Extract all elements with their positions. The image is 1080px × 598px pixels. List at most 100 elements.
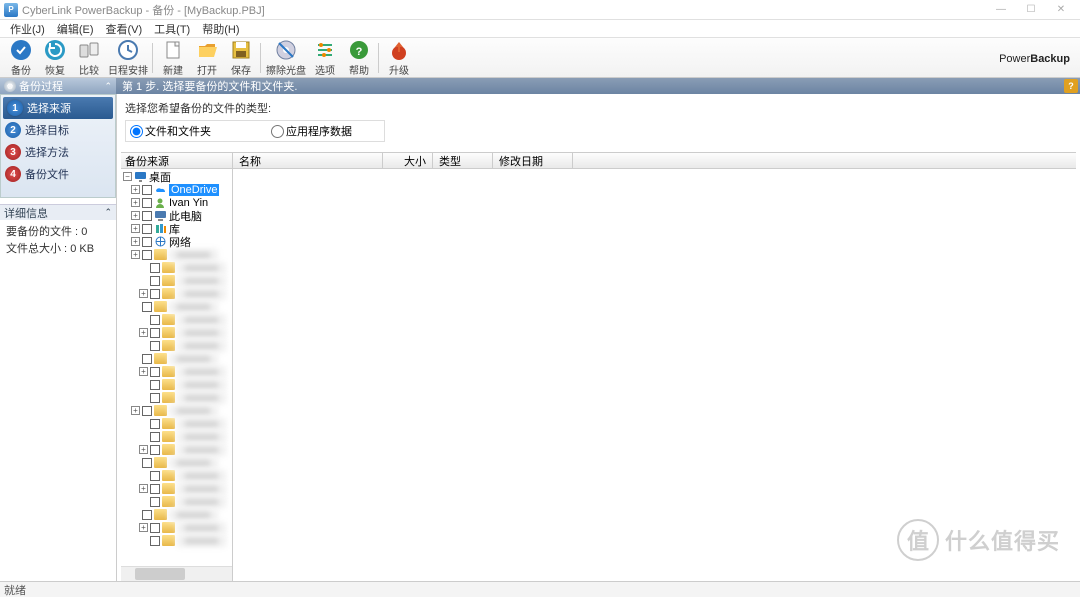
sidebar-detail-header[interactable]: 详细信息 ⌃ <box>0 204 116 220</box>
tree-node-hidden[interactable]: xxxxxx <box>121 495 232 508</box>
list-header: 名称 大小 类型 修改日期 <box>233 153 1076 169</box>
checkbox[interactable] <box>150 263 160 273</box>
tree-node-hidden[interactable]: xxxxxx <box>121 378 232 391</box>
schedule-button[interactable]: 日程安排 <box>106 39 150 77</box>
step-select-method[interactable]: 3选择方法 <box>1 141 115 163</box>
restore-button[interactable]: 恢复 <box>38 39 72 77</box>
close-button[interactable]: ✕ <box>1046 1 1076 19</box>
tree-node-hidden[interactable]: xxxxxx <box>121 456 232 469</box>
sidebar-process-header[interactable]: ⚙ 备份过程 ⌃ <box>0 78 116 94</box>
tree-node-hidden[interactable]: +xxxxxx <box>121 326 232 339</box>
options-button[interactable]: 选项 <box>308 39 342 77</box>
tree-body[interactable]: −桌面+OneDrive+Ivan Yin+此电脑+库+网络+xxxxxxxxx… <box>121 169 232 566</box>
checkbox[interactable] <box>150 315 160 325</box>
tree-node-hidden[interactable]: +xxxxxx <box>121 521 232 534</box>
checkbox[interactable] <box>150 432 160 442</box>
collapse-icon[interactable]: ⌃ <box>104 207 112 218</box>
checkbox[interactable] <box>150 497 160 507</box>
tree-node-hidden[interactable]: +xxxxxx <box>121 365 232 378</box>
tree-node-hidden[interactable]: +xxxxxx <box>121 482 232 495</box>
checkbox[interactable] <box>142 237 152 247</box>
schedule-icon <box>117 39 139 61</box>
checkbox[interactable] <box>142 302 152 312</box>
choose-type-box: 选择您希望备份的文件的类型: 文件和文件夹 应用程序数据 <box>117 94 1080 148</box>
save-button[interactable]: 保存 <box>224 39 258 77</box>
step-select-target[interactable]: 2选择目标 <box>1 119 115 141</box>
menu-view[interactable]: 查看(V) <box>100 21 149 37</box>
radio-app-data[interactable]: 应用程序数据 <box>271 123 352 139</box>
tree-node-hidden[interactable]: xxxxxx <box>121 300 232 313</box>
step-header: 第 1 步. 选择要备份的文件和文件夹. ? <box>116 78 1080 94</box>
tree-node-hidden[interactable]: xxxxxx <box>121 417 232 430</box>
tree-node-hidden[interactable]: +xxxxxx <box>121 404 232 417</box>
net-icon <box>154 236 167 247</box>
content-panel: 选择您希望备份的文件的类型: 文件和文件夹 应用程序数据 备份来源 −桌面+On… <box>116 94 1080 581</box>
checkbox[interactable] <box>150 523 160 533</box>
tree-header: 备份来源 <box>121 153 232 169</box>
help-button[interactable]: ? 帮助 <box>342 39 376 77</box>
tree-node-hidden[interactable]: xxxxxx <box>121 430 232 443</box>
col-size[interactable]: 大小 <box>383 153 433 168</box>
collapse-icon[interactable]: ⌃ <box>104 81 112 92</box>
tree-node-hidden[interactable]: xxxxxx <box>121 313 232 326</box>
radio-files-folders[interactable]: 文件和文件夹 <box>130 123 211 139</box>
checkbox[interactable] <box>142 198 152 208</box>
tree-node[interactable]: +OneDrive <box>121 183 232 196</box>
tree-node-hidden[interactable]: xxxxxx <box>121 261 232 274</box>
checkbox[interactable] <box>150 419 160 429</box>
tree-node-hidden[interactable]: xxxxxx <box>121 469 232 482</box>
choose-type-label: 选择您希望备份的文件的类型: <box>125 100 1072 116</box>
tree-node[interactable]: +网络 <box>121 235 232 248</box>
checkbox[interactable] <box>150 484 160 494</box>
tree-node-hidden[interactable]: xxxxxx <box>121 352 232 365</box>
checkbox[interactable] <box>150 276 160 286</box>
checkbox[interactable] <box>150 380 160 390</box>
checkbox[interactable] <box>142 185 152 195</box>
tree-node-hidden[interactable]: +xxxxxx <box>121 248 232 261</box>
checkbox[interactable] <box>150 445 160 455</box>
tree-node-hidden[interactable]: +xxxxxx <box>121 287 232 300</box>
checkbox[interactable] <box>150 328 160 338</box>
tree-node-hidden[interactable]: xxxxxx <box>121 391 232 404</box>
checkbox[interactable] <box>142 250 152 260</box>
menu-edit[interactable]: 编辑(E) <box>51 21 100 37</box>
tree-node-hidden[interactable]: xxxxxx <box>121 339 232 352</box>
checkbox[interactable] <box>142 224 152 234</box>
checkbox[interactable] <box>150 367 160 377</box>
menu-tools[interactable]: 工具(T) <box>148 21 196 37</box>
checkbox[interactable] <box>142 458 152 468</box>
save-icon <box>230 39 252 61</box>
step-backup-files[interactable]: 4备份文件 <box>1 163 115 185</box>
maximize-button[interactable]: ☐ <box>1016 1 1046 19</box>
checkbox[interactable] <box>150 393 160 403</box>
checkbox[interactable] <box>142 510 152 520</box>
col-date[interactable]: 修改日期 <box>493 153 573 168</box>
tree-node-hidden[interactable]: xxxxxx <box>121 534 232 547</box>
upgrade-button[interactable]: 升级 <box>382 39 416 77</box>
list-body[interactable] <box>233 169 1076 581</box>
checkbox[interactable] <box>142 406 152 416</box>
status-text: 就绪 <box>4 582 26 598</box>
checkbox[interactable] <box>150 471 160 481</box>
compare-button[interactable]: 比较 <box>72 39 106 77</box>
menu-job[interactable]: 作业(J) <box>4 21 51 37</box>
minimize-button[interactable]: — <box>986 1 1016 19</box>
new-button[interactable]: 新建 <box>156 39 190 77</box>
checkbox[interactable] <box>150 536 160 546</box>
erase-disc-button[interactable]: 擦除光盘 <box>264 39 308 77</box>
tree-node-hidden[interactable]: xxxxxx <box>121 274 232 287</box>
checkbox[interactable] <box>150 289 160 299</box>
col-name[interactable]: 名称 <box>233 153 383 168</box>
col-type[interactable]: 类型 <box>433 153 493 168</box>
backup-button[interactable]: 备份 <box>4 39 38 77</box>
checkbox[interactable] <box>150 341 160 351</box>
step-select-source[interactable]: 1选择来源 <box>3 97 113 119</box>
tree-node-hidden[interactable]: xxxxxx <box>121 508 232 521</box>
open-button[interactable]: 打开 <box>190 39 224 77</box>
step-help-icon[interactable]: ? <box>1064 79 1078 93</box>
checkbox[interactable] <box>142 354 152 364</box>
tree-node-hidden[interactable]: +xxxxxx <box>121 443 232 456</box>
tree-root[interactable]: −桌面 <box>121 170 232 183</box>
checkbox[interactable] <box>142 211 152 221</box>
menu-help[interactable]: 帮助(H) <box>196 21 245 37</box>
